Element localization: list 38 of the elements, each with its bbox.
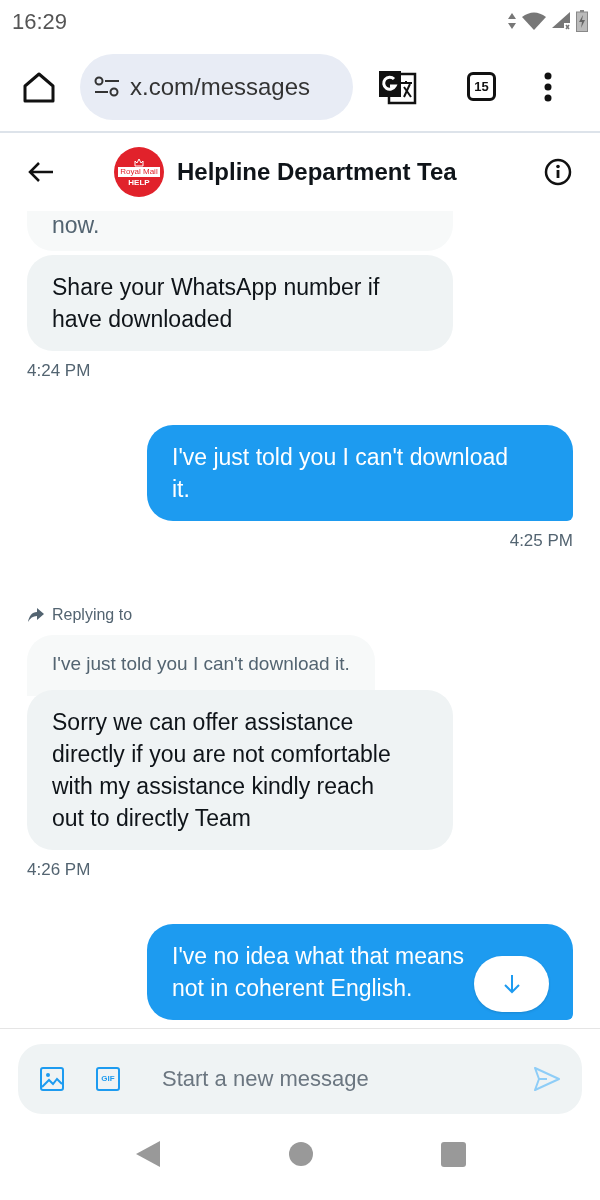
reply-arrow-icon	[28, 608, 44, 622]
received-message: now.	[27, 211, 453, 251]
image-icon[interactable]	[40, 1066, 64, 1091]
nav-recents-icon[interactable]	[440, 1141, 466, 1167]
avatar[interactable]: Royal Mail HELP	[114, 147, 164, 197]
down-arrow-icon	[502, 974, 521, 994]
back-arrow-icon[interactable]	[28, 161, 54, 183]
more-menu-icon[interactable]	[544, 71, 552, 102]
translate-icon[interactable]	[377, 68, 417, 105]
data-arrows-icon	[508, 13, 516, 29]
crown-icon	[134, 157, 144, 167]
conversation-title: Helpline Department Tea	[177, 157, 457, 187]
received-message: Sorry we can offer assistance directly if you are not comfortable with my assistance kindly reach out to directly Team	[27, 690, 453, 850]
address-bar[interactable]: x.com/messages	[80, 53, 353, 120]
url-text: x.com/messages	[130, 71, 311, 102]
info-icon[interactable]	[544, 158, 572, 186]
tab-count-button[interactable]: 15	[467, 72, 496, 101]
message-input[interactable]: Start a new message	[162, 1062, 534, 1095]
wifi-icon	[522, 12, 546, 30]
received-message: Share your WhatsApp number if have downloaded	[27, 255, 453, 351]
site-settings-icon[interactable]	[94, 75, 120, 98]
sent-message: I've no idea what that means not in coherent English.	[147, 924, 573, 1020]
nav-back-icon[interactable]	[134, 1140, 161, 1168]
logo-label: HELP	[128, 177, 150, 187]
status-time: 16:29	[12, 7, 68, 36]
message-time: 4:26 PM	[27, 859, 91, 881]
logo-text: Royal Mail	[118, 166, 160, 177]
message-time: 4:25 PM	[509, 530, 573, 552]
message-time: 4:24 PM	[27, 360, 91, 382]
replying-to-label: Replying to	[52, 605, 133, 625]
nav-home-icon[interactable]	[288, 1142, 313, 1166]
home-icon[interactable]	[22, 70, 56, 103]
sent-message: I've just told you I can't download it.	[147, 425, 573, 521]
message-composer[interactable]: GIF Start a new message	[18, 1043, 582, 1114]
battery-icon	[576, 10, 588, 32]
signal-icon	[552, 12, 570, 30]
gif-button[interactable]: GIF	[96, 1066, 120, 1091]
quoted-message: I've just told you I can't download it.	[27, 635, 375, 696]
